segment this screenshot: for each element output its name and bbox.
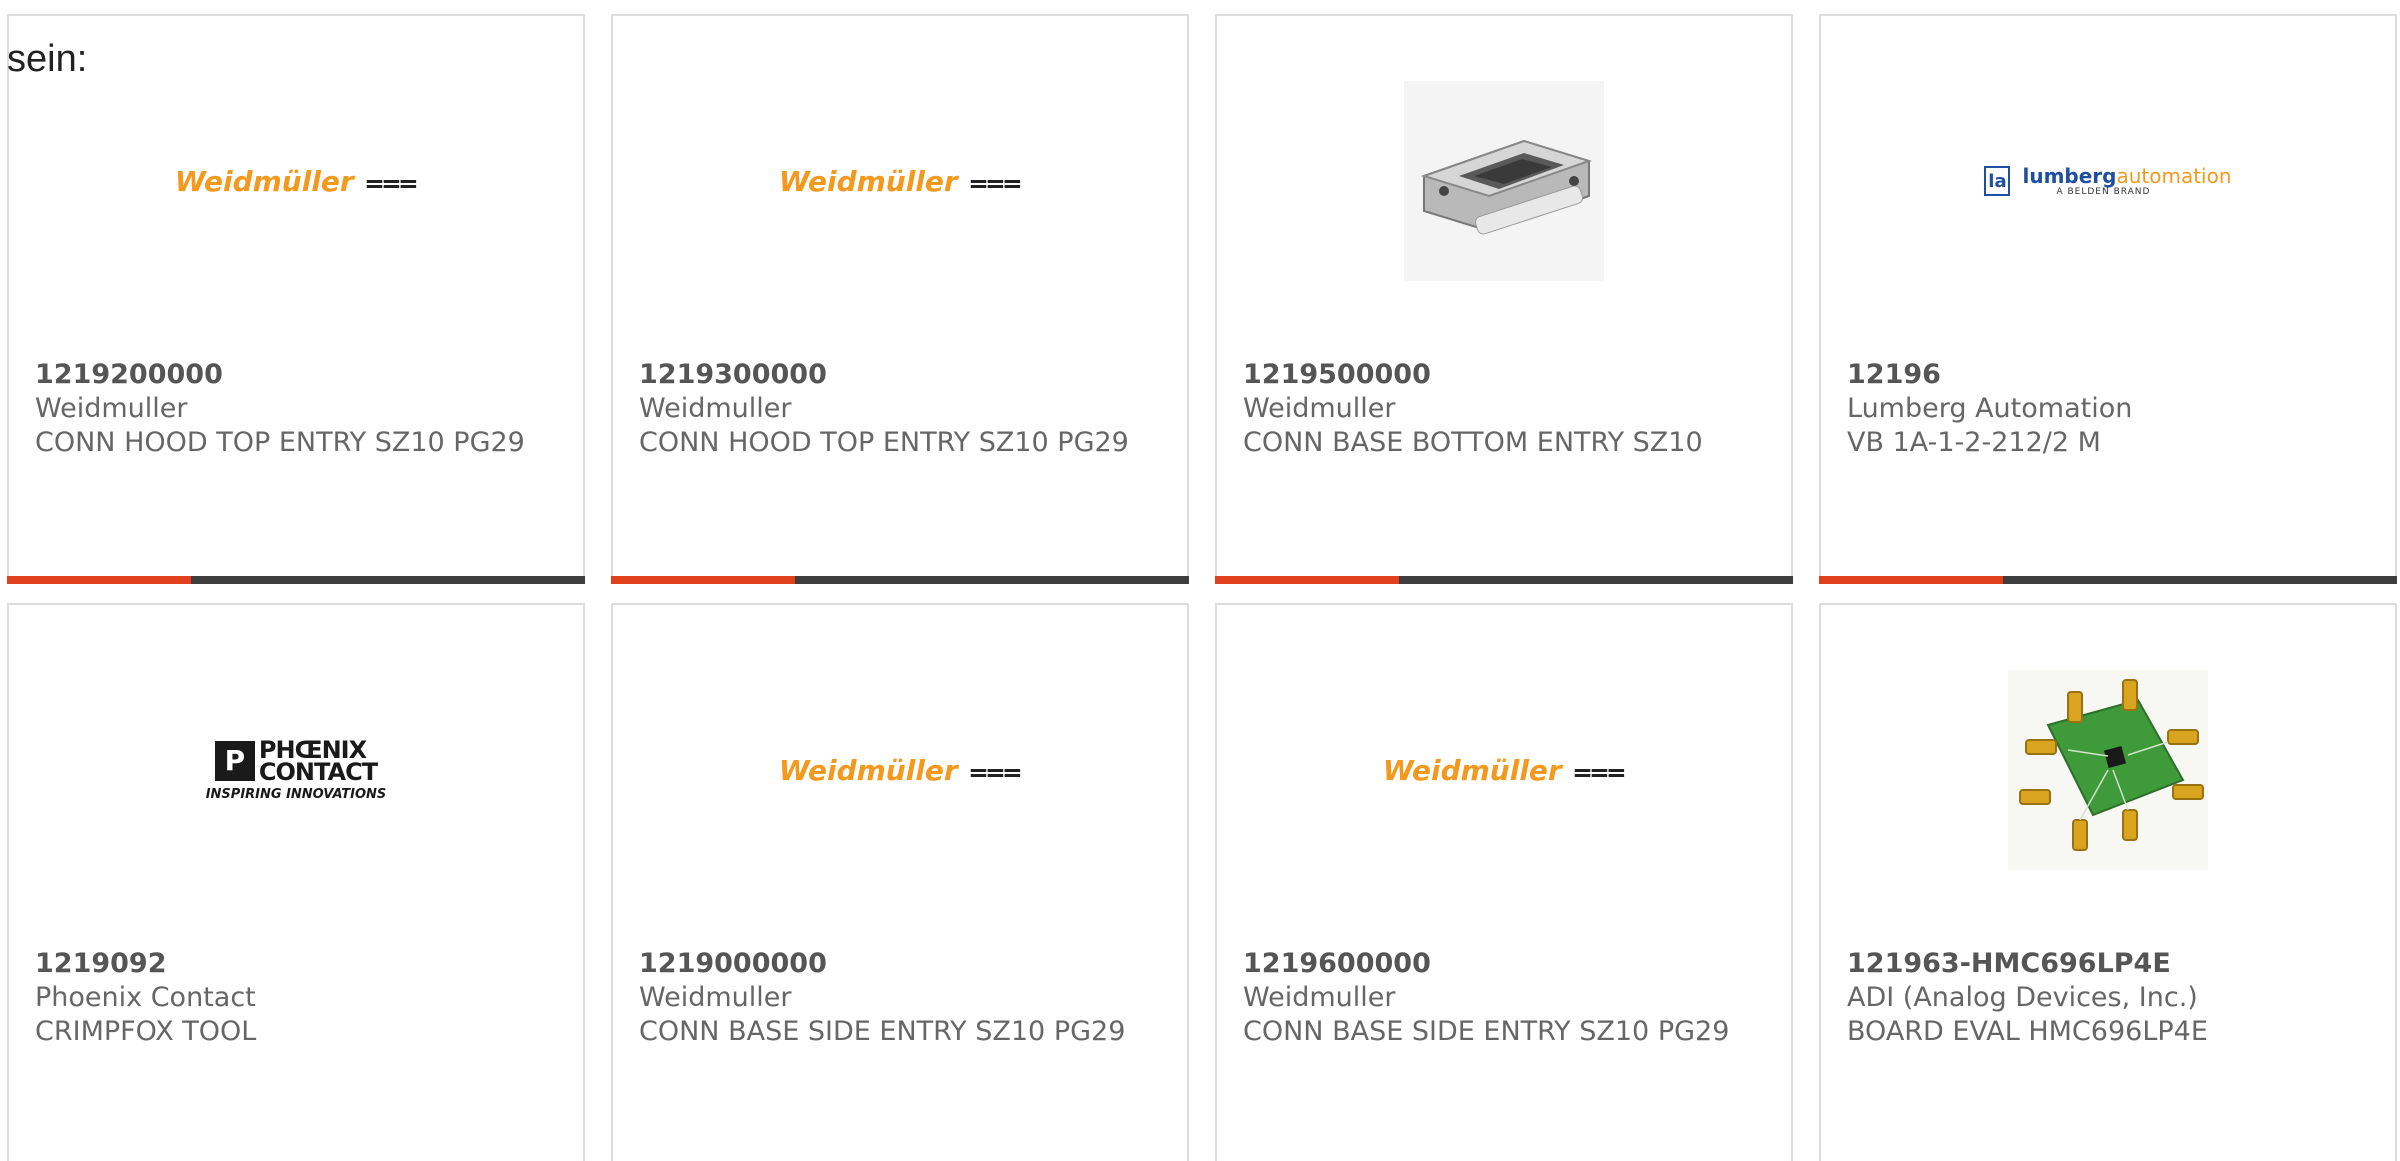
phoenix-contact-logo: P PHŒNIX CONTACT INSPIRING INNOVATIONS: [205, 735, 387, 802]
product-card[interactable]: Weidmüller ⩶ 1219000000 Weidmuller CONN …: [611, 603, 1189, 1161]
card-bottom-bar: [1215, 576, 1793, 584]
product-card[interactable]: 121963-HMC696LP4E ADI (Analog Devices, I…: [1819, 603, 2397, 1161]
description: CONN HOOD TOP ENTRY SZ10 PG29: [35, 427, 525, 458]
intro-text: sein:: [7, 38, 88, 80]
manufacturer: Weidmuller: [1243, 982, 1396, 1013]
part-number-link[interactable]: 1219300000: [639, 358, 1167, 392]
part-number-link[interactable]: 1219200000: [35, 358, 563, 392]
description: CONN HOOD TOP ENTRY SZ10 PG29: [639, 427, 1129, 458]
part-number-link[interactable]: 1219600000: [1243, 947, 1771, 981]
product-info: 1219200000 Weidmuller CONN HOOD TOP ENTR…: [35, 358, 563, 460]
weidmuller-mark-icon: ⩶: [1573, 752, 1626, 788]
product-info: 1219092 Phoenix Contact CRIMPFOX TOOL: [35, 947, 563, 1049]
manufacturer: Weidmuller: [639, 393, 792, 424]
product-image[interactable]: P PHŒNIX CONTACT INSPIRING INNOVATIONS: [9, 660, 583, 880]
product-image[interactable]: la lumbergautomation A BELDEN BRAND: [1821, 71, 2395, 291]
part-number-link[interactable]: 1219000000: [639, 947, 1167, 981]
weidmuller-logo: Weidmüller ⩶: [1382, 752, 1626, 788]
product-card[interactable]: Weidmüller ⩶ 1219300000 Weidmuller CONN …: [611, 14, 1189, 584]
product-info: 12196 Lumberg Automation VB 1A-1-2-212/2…: [1847, 358, 2375, 460]
description: BOARD EVAL HMC696LP4E: [1847, 1016, 2208, 1047]
card-bottom-bar: [611, 576, 1189, 584]
description: CONN BASE SIDE ENTRY SZ10 PG29: [1243, 1016, 1730, 1047]
product-card[interactable]: P PHŒNIX CONTACT INSPIRING INNOVATIONS 1…: [7, 603, 585, 1161]
product-image[interactable]: [1217, 71, 1791, 291]
product-info: 1219000000 Weidmuller CONN BASE SIDE ENT…: [639, 947, 1167, 1049]
product-info: 1219300000 Weidmuller CONN HOOD TOP ENTR…: [639, 358, 1167, 460]
product-card[interactable]: la lumbergautomation A BELDEN BRAND 1219…: [1819, 14, 2397, 584]
card-accent-bar: [1819, 576, 2003, 584]
lumberg-automation-logo: la lumbergautomation A BELDEN BRAND: [1984, 165, 2232, 197]
product-image[interactable]: Weidmüller ⩶: [9, 71, 583, 291]
description: CONN BASE SIDE ENTRY SZ10 PG29: [639, 1016, 1126, 1047]
part-number-link[interactable]: 12196: [1847, 358, 2375, 392]
product-image[interactable]: Weidmüller ⩶: [613, 71, 1187, 291]
product-grid-page: sein: Weidmüller ⩶ 1219200000 Weidmuller…: [0, 0, 2400, 1161]
part-number-link[interactable]: 1219500000: [1243, 358, 1771, 392]
description: CRIMPFOX TOOL: [35, 1016, 257, 1047]
description: VB 1A-1-2-212/2 M: [1847, 427, 2101, 458]
part-number-link[interactable]: 121963-HMC696LP4E: [1847, 947, 2375, 981]
connector-base-photo: [1404, 81, 1604, 281]
product-image[interactable]: [1821, 660, 2395, 880]
weidmuller-mark-icon: ⩶: [969, 163, 1022, 199]
weidmuller-logo: Weidmüller ⩶: [778, 163, 1022, 199]
product-image[interactable]: Weidmüller ⩶: [1217, 660, 1791, 880]
card-accent-bar: [1215, 576, 1399, 584]
manufacturer: Phoenix Contact: [35, 982, 256, 1013]
phoenix-mark-icon: P: [214, 740, 255, 781]
card-bottom-bar: [7, 576, 585, 584]
manufacturer: Weidmuller: [639, 982, 792, 1013]
card-accent-bar: [7, 576, 191, 584]
weidmuller-logo: Weidmüller ⩶: [174, 163, 418, 199]
manufacturer: Lumberg Automation: [1847, 393, 2133, 424]
product-card[interactable]: Weidmüller ⩶ 1219600000 Weidmuller CONN …: [1215, 603, 1793, 1161]
manufacturer: Weidmuller: [1243, 393, 1396, 424]
weidmuller-logo: Weidmüller ⩶: [778, 752, 1022, 788]
manufacturer: Weidmuller: [35, 393, 188, 424]
product-info: 121963-HMC696LP4E ADI (Analog Devices, I…: [1847, 947, 2375, 1049]
weidmuller-mark-icon: ⩶: [365, 163, 418, 199]
product-card[interactable]: 1219500000 Weidmuller CONN BASE BOTTOM E…: [1215, 14, 1793, 584]
card-bottom-bar: [1819, 576, 2397, 584]
eval-board-photo: [2008, 670, 2208, 870]
product-info: 1219600000 Weidmuller CONN BASE SIDE ENT…: [1243, 947, 1771, 1049]
product-info: 1219500000 Weidmuller CONN BASE BOTTOM E…: [1243, 358, 1771, 460]
product-card[interactable]: Weidmüller ⩶ 1219200000 Weidmuller CONN …: [7, 14, 585, 584]
product-image[interactable]: Weidmüller ⩶: [613, 660, 1187, 880]
weidmuller-mark-icon: ⩶: [969, 752, 1022, 788]
card-accent-bar: [611, 576, 795, 584]
description: CONN BASE BOTTOM ENTRY SZ10: [1243, 427, 1703, 458]
part-number-link[interactable]: 1219092: [35, 947, 563, 981]
manufacturer: ADI (Analog Devices, Inc.): [1847, 982, 2198, 1013]
lumberg-mark-icon: la: [1984, 166, 2011, 196]
